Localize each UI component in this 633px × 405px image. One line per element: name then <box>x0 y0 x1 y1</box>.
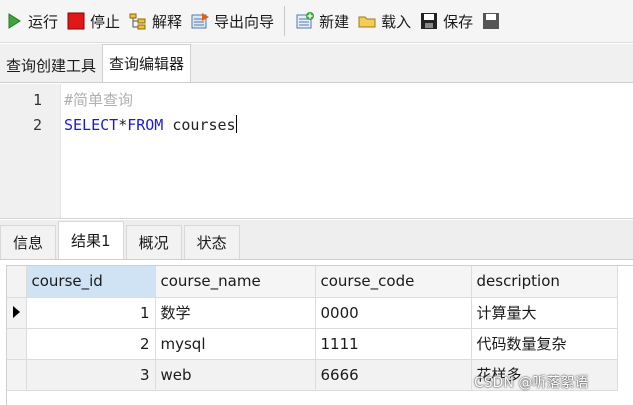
cell-course-code[interactable]: 1111 <box>315 328 472 360</box>
save-as-icon <box>481 11 501 31</box>
new-button[interactable]: 新建 <box>291 6 353 36</box>
sql-keyword-from: FROM <box>127 116 164 134</box>
export-wizard-button[interactable]: 导出向导 <box>186 6 278 36</box>
sql-comment: #简单查询 <box>64 91 134 109</box>
play-icon <box>4 11 24 31</box>
sql-editor[interactable]: 1 #简单查询 2 SELECT*FROM courses <box>0 84 633 219</box>
code-line: 2 SELECT*FROM courses <box>0 113 633 137</box>
folder-icon <box>357 11 377 31</box>
cell-course-name[interactable]: web <box>155 359 316 391</box>
stop-icon <box>66 11 86 31</box>
row-header[interactable] <box>7 328 27 360</box>
tab-query-editor[interactable]: 查询编辑器 <box>102 44 192 82</box>
editor-tab-bar: 查询创建工具 查询编辑器 <box>0 44 633 83</box>
line-number: 1 <box>32 91 42 109</box>
tab-profile[interactable]: 概况 <box>125 225 182 259</box>
save-icon <box>419 11 439 31</box>
toolbar: 运行 停止 解释 导出向导 新建 载入 保存 <box>0 0 633 43</box>
current-row-pointer-icon <box>12 305 20 318</box>
cell-course-name[interactable]: 数学 <box>155 297 316 329</box>
cell-course-code[interactable]: 0000 <box>315 297 472 329</box>
cell-course-code[interactable]: 6666 <box>315 359 472 391</box>
explain-label: 解释 <box>152 12 183 31</box>
export-wizard-label: 导出向导 <box>214 12 275 31</box>
sql-statement: SELECT*FROM courses <box>64 113 237 137</box>
watermark: CSDN @听落絮语 <box>474 375 589 391</box>
sql-keyword-select: SELECT <box>64 116 119 134</box>
toolbar-separator <box>284 6 286 36</box>
row-header[interactable] <box>7 297 27 329</box>
save-label: 保存 <box>443 12 474 31</box>
tab-result1[interactable]: 结果1 <box>58 221 124 259</box>
tab-info[interactable]: 信息 <box>0 225 57 259</box>
cell-course-id[interactable]: 3 <box>26 359 156 391</box>
line-number: 2 <box>32 116 42 134</box>
corner-header[interactable] <box>7 266 27 298</box>
sql-table-name: courses <box>163 116 236 134</box>
load-label: 载入 <box>381 12 412 31</box>
new-query-icon <box>295 11 315 31</box>
stop-button[interactable]: 停止 <box>62 6 124 36</box>
save-button[interactable]: 保存 <box>415 6 477 36</box>
new-label: 新建 <box>319 12 350 31</box>
cell-description[interactable]: 计算量大 <box>471 297 618 329</box>
text-caret <box>235 115 237 133</box>
tab-query-builder[interactable]: 查询创建工具 <box>0 48 102 82</box>
cell-course-name[interactable]: mysql <box>155 328 316 360</box>
column-header-course-id[interactable]: course_id <box>26 266 156 298</box>
column-header-course-name[interactable]: course_name <box>155 266 316 298</box>
sql-star: * <box>118 116 128 134</box>
export-icon <box>190 11 210 31</box>
cell-description[interactable]: 代码数量复杂 <box>471 328 618 360</box>
stop-label: 停止 <box>90 12 121 31</box>
explain-icon <box>128 11 148 31</box>
run-button[interactable]: 运行 <box>0 6 62 36</box>
run-label: 运行 <box>28 12 59 31</box>
table-row[interactable]: 1 数学 0000 计算量大 <box>7 297 618 329</box>
code-line: 1 #简单查询 <box>0 88 633 112</box>
load-button[interactable]: 载入 <box>353 6 415 36</box>
column-header-description[interactable]: description <box>471 266 618 298</box>
row-header[interactable] <box>7 359 27 391</box>
result-tab-bar: 信息 结果1 概况 状态 <box>0 220 633 260</box>
column-header-course-code[interactable]: course_code <box>315 266 472 298</box>
cell-course-id[interactable]: 2 <box>26 328 156 360</box>
explain-button[interactable]: 解释 <box>124 6 186 36</box>
header-row: course_id course_name course_code descri… <box>7 266 618 298</box>
tab-status[interactable]: 状态 <box>183 225 240 259</box>
cell-course-id[interactable]: 1 <box>26 297 156 329</box>
table-row[interactable]: 2 mysql 1111 代码数量复杂 <box>7 328 618 360</box>
overflow-button[interactable] <box>477 6 509 36</box>
